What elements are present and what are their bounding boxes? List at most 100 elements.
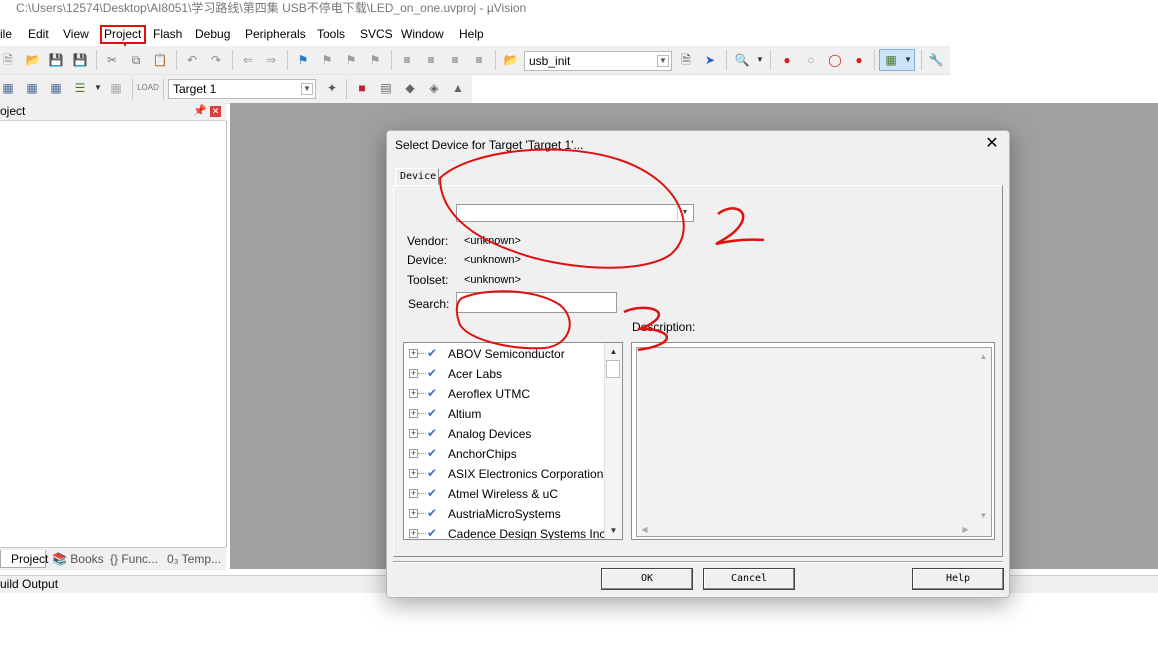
scroll-up-icon[interactable]: ▲ bbox=[976, 349, 991, 364]
tab-functions[interactable]: {} Func... bbox=[110, 550, 158, 568]
target-options-icon[interactable]: ✦ bbox=[324, 80, 340, 96]
start-debug-icon[interactable]: 🔍 bbox=[734, 52, 750, 68]
cut-icon[interactable]: ✂ bbox=[104, 52, 120, 68]
manage-project-items-icon[interactable]: ▤ bbox=[378, 80, 394, 96]
prev-bookmark-icon[interactable]: ⚑ bbox=[319, 52, 335, 68]
list-item[interactable]: + ✔ ABOV Semiconductor bbox=[404, 344, 604, 364]
menu-svcs[interactable]: SVCS bbox=[360, 27, 393, 41]
open-folder-icon[interactable]: 📂 bbox=[25, 52, 41, 68]
device-database-combo[interactable]: ▼ bbox=[456, 204, 694, 222]
expand-icon[interactable]: + bbox=[409, 529, 418, 538]
menu-file[interactable]: ile bbox=[0, 27, 12, 41]
search-input[interactable] bbox=[456, 292, 617, 313]
close-icon[interactable]: ✕ bbox=[210, 106, 221, 117]
expand-icon[interactable]: + bbox=[409, 489, 418, 498]
scroll-up-icon[interactable]: ▲ bbox=[606, 344, 621, 359]
expand-icon[interactable]: + bbox=[409, 469, 418, 478]
redo-icon[interactable]: ↷ bbox=[208, 52, 224, 68]
project-tree-pane[interactable] bbox=[0, 121, 227, 547]
indent-icon[interactable]: ≡ bbox=[399, 52, 415, 68]
chevron-down-icon[interactable]: ▼ bbox=[752, 52, 768, 68]
paste-icon[interactable]: 📋 bbox=[152, 52, 168, 68]
expand-icon[interactable]: + bbox=[409, 389, 418, 398]
find-icon[interactable]: 🗎 bbox=[678, 52, 694, 68]
window-layout-button[interactable]: ▦ ▼ bbox=[879, 49, 915, 71]
menu-debug[interactable]: Debug bbox=[195, 27, 230, 41]
scroll-down-icon[interactable]: ▼ bbox=[976, 508, 991, 523]
save-all-icon[interactable]: 💾 bbox=[72, 52, 88, 68]
tab-project[interactable]: Project bbox=[0, 550, 48, 568]
unindent-icon[interactable]: ≡ bbox=[423, 52, 439, 68]
kill-all-breakpoints-icon[interactable]: ● bbox=[851, 52, 867, 68]
expand-icon[interactable]: + bbox=[409, 369, 418, 378]
menu-help[interactable]: Help bbox=[459, 27, 484, 41]
rebuild-icon[interactable]: ▦ bbox=[48, 80, 64, 96]
scroll-left-icon[interactable]: ◀ bbox=[637, 522, 652, 537]
tab-books[interactable]: 📚 Books bbox=[52, 550, 104, 568]
pack-installer-icon[interactable]: ◈ bbox=[426, 80, 442, 96]
nav-back-icon[interactable]: ⇐ bbox=[240, 52, 256, 68]
manage-components-icon[interactable]: ■ bbox=[354, 80, 370, 96]
undo-icon[interactable]: ↶ bbox=[184, 52, 200, 68]
comment-icon[interactable]: ≡ bbox=[447, 52, 463, 68]
close-icon[interactable]: ✕ bbox=[983, 136, 1001, 154]
tab-device[interactable]: Device bbox=[395, 168, 439, 185]
run-time-environment-icon[interactable]: ▲ bbox=[450, 80, 466, 96]
description-text-area[interactable]: ▲ ▼ ◀ ▶ bbox=[636, 347, 992, 537]
incremental-find-icon[interactable]: ➤ bbox=[702, 52, 718, 68]
breakpoint-icon[interactable]: ● bbox=[779, 52, 795, 68]
expand-icon[interactable]: + bbox=[409, 509, 418, 518]
save-icon[interactable]: 💾 bbox=[48, 52, 64, 68]
menu-tools[interactable]: Tools bbox=[317, 27, 345, 41]
translate-icon[interactable]: ▦ bbox=[0, 80, 16, 96]
new-file-icon[interactable]: 🗎 bbox=[0, 52, 16, 68]
chevron-down-icon[interactable]: ▼ bbox=[677, 206, 692, 220]
uncomment-icon[interactable]: ≡ bbox=[471, 52, 487, 68]
cancel-button[interactable]: Cancel bbox=[703, 568, 795, 590]
clear-bookmarks-icon[interactable]: ⚑ bbox=[367, 52, 383, 68]
find-in-files-icon[interactable]: 📂 bbox=[503, 52, 519, 68]
chevron-down-icon[interactable]: ▼ bbox=[90, 80, 106, 96]
menu-peripherals[interactable]: Peripherals bbox=[245, 27, 306, 41]
bookmark-icon[interactable]: ⚑ bbox=[295, 52, 311, 68]
chevron-down-icon[interactable]: ▼ bbox=[657, 55, 669, 67]
batch-build-icon[interactable]: ☰ bbox=[72, 80, 88, 96]
expand-icon[interactable]: + bbox=[409, 349, 418, 358]
pin-icon[interactable]: 📌 bbox=[193, 103, 207, 120]
disable-breakpoint-icon[interactable]: ○ bbox=[803, 52, 819, 68]
configure-wrench-icon[interactable]: 🔧 bbox=[928, 52, 944, 68]
list-item[interactable]: + ✔ Altium bbox=[404, 404, 604, 424]
list-item[interactable]: + ✔ Atmel Wireless & uC bbox=[404, 484, 604, 504]
scroll-right-icon[interactable]: ▶ bbox=[958, 522, 973, 537]
expand-icon[interactable]: + bbox=[409, 449, 418, 458]
load-download-icon[interactable]: LOAD bbox=[137, 80, 159, 96]
menu-edit[interactable]: Edit bbox=[28, 27, 49, 41]
list-item[interactable]: + ✔ Cadence Design Systems Inc. bbox=[404, 524, 609, 539]
scrollbar-thumb[interactable] bbox=[606, 360, 620, 378]
select-packs-icon[interactable]: ◆ bbox=[402, 80, 418, 96]
function-combo[interactable]: usb_init ▼ bbox=[524, 51, 672, 71]
list-item[interactable]: + ✔ ASIX Electronics Corporation bbox=[404, 464, 604, 484]
list-item[interactable]: + ✔ Acer Labs bbox=[404, 364, 604, 384]
nav-forward-icon[interactable]: ⇒ bbox=[263, 52, 279, 68]
copy-icon[interactable]: ⧉ bbox=[128, 52, 144, 68]
menu-flash[interactable]: Flash bbox=[153, 27, 182, 41]
help-button[interactable]: Help bbox=[912, 568, 1004, 590]
menu-view[interactable]: View bbox=[63, 27, 89, 41]
tab-templates[interactable]: 0₃ Temp... bbox=[167, 550, 221, 568]
expand-icon[interactable]: + bbox=[409, 409, 418, 418]
chevron-down-icon[interactable]: ▼ bbox=[301, 83, 313, 95]
menu-window[interactable]: Window bbox=[401, 27, 444, 41]
ok-button[interactable]: OK bbox=[601, 568, 693, 590]
list-item[interactable]: + ✔ Aeroflex UTMC bbox=[404, 384, 604, 404]
expand-icon[interactable]: + bbox=[409, 429, 418, 438]
vendor-tree[interactable]: + ✔ ABOV Semiconductor + ✔ Acer Labs + ✔… bbox=[403, 342, 623, 540]
vendor-tree-scrollbar[interactable]: ▲ ▼ bbox=[604, 343, 622, 539]
stop-build-icon[interactable]: ▦ bbox=[108, 80, 124, 96]
list-item[interactable]: + ✔ AnchorChips bbox=[404, 444, 604, 464]
build-icon[interactable]: ▦ bbox=[24, 80, 40, 96]
scroll-down-icon[interactable]: ▼ bbox=[606, 523, 621, 538]
target-combo[interactable]: Target 1 ▼ bbox=[168, 79, 316, 99]
list-item[interactable]: + ✔ AustriaMicroSystems bbox=[404, 504, 604, 524]
next-bookmark-icon[interactable]: ⚑ bbox=[343, 52, 359, 68]
